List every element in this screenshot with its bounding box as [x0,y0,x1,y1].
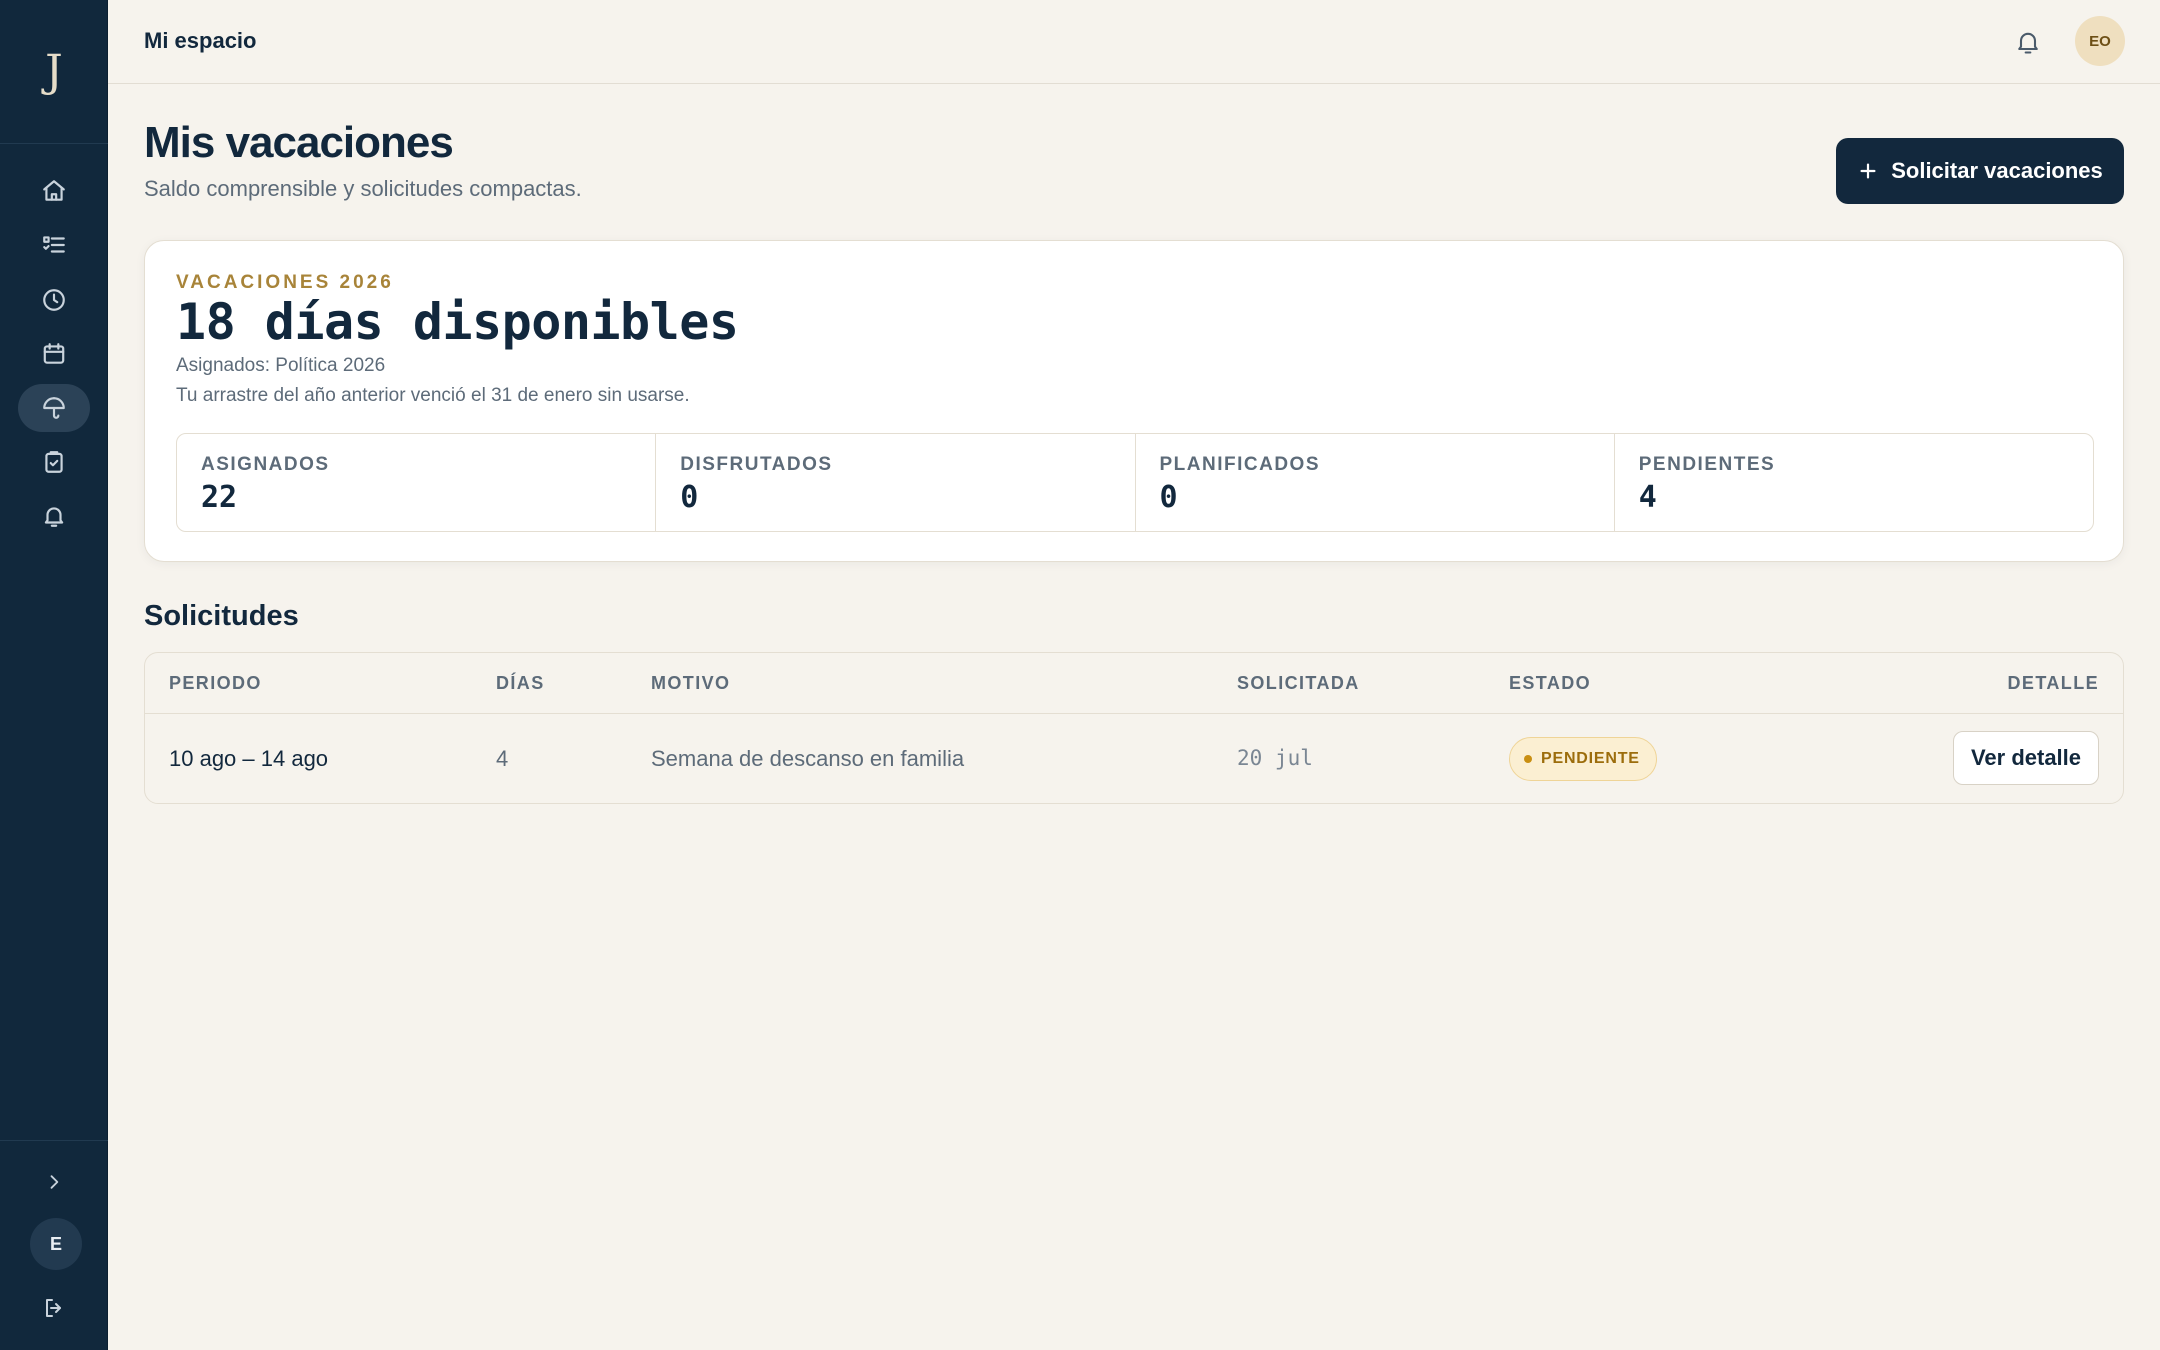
stat-value: 0 [680,480,699,515]
available-days: 18 días disponibles [176,293,739,351]
column-header-requested[interactable]: SOLICITADA [1237,673,1360,694]
request-vacation-label: Solicitar vacaciones [1891,158,2103,183]
table-row: 10 ago – 14 ago 4 Semana de descanso en … [145,714,2123,803]
sidebar-item-calendar[interactable] [18,330,90,378]
breadcrumb: Mi espacio [144,28,257,53]
home-icon [43,180,65,201]
column-header-detail: DETALLE [2007,673,2099,693]
plus-icon [1860,163,1876,179]
umbrella-icon [43,397,65,419]
stat-value: 4 [1638,480,1657,515]
stat-value: 0 [1159,480,1178,515]
status-dot-icon [1524,755,1532,763]
notifications-button[interactable] [2008,22,2048,62]
stat-label: DISFRUTADOS [680,454,833,475]
cell-period: 10 ago – 14 ago [169,746,329,771]
sidebar: J E [0,0,108,1350]
logout-icon [46,1299,61,1317]
sidebar-item-documents[interactable] [18,438,90,486]
expand-sidebar-button[interactable] [36,1166,72,1198]
logout-button[interactable] [38,1292,70,1324]
page-title: Mis vacaciones [144,118,454,167]
clock-icon [43,289,65,311]
sidebar-item-time[interactable] [18,276,90,324]
sidebar-item-vacations[interactable] [18,384,90,432]
stat-label: PENDIENTES [1638,454,1776,475]
app-logo[interactable]: J [0,0,108,144]
stat-value: 22 [201,480,238,515]
stat-assigned: ASIGNADOS 22 [177,434,657,531]
stat-planned: PLANIFICADOS 0 [1136,434,1615,531]
bell-icon [2018,32,2038,54]
profile-avatar[interactable]: EO [2075,16,2125,66]
page-subtitle: Saldo comprensible y solicitudes compact… [144,176,582,201]
column-header-reason[interactable]: MOTIVO [651,673,730,694]
calendar-icon [43,343,65,364]
chevron-right-icon [50,1175,59,1189]
requests-title: Solicitudes [144,600,299,632]
view-detail-button[interactable]: Ver detalle [1953,731,2099,785]
column-header-period[interactable]: PERIODO [169,673,262,694]
request-vacation-button[interactable]: Solicitar vacaciones [1836,138,2124,204]
cell-days: 4 [496,746,509,771]
column-header-status[interactable]: ESTADO [1509,673,1591,694]
stat-label: PLANIFICADOS [1159,454,1320,475]
balance-card: VACACIONES 2026 18 días disponibles Asig… [144,240,2124,562]
stat-pending: PENDIENTES 4 [1615,434,2093,531]
requests-table: PERIODO DÍAS MOTIVO SOLICITADA ESTADO DE… [144,652,2124,804]
stat-enjoyed: DISFRUTADOS 0 [656,434,1136,531]
cell-requested: 20 jul [1237,746,1313,770]
sidebar-item-tasks[interactable] [18,221,90,269]
sidebar-divider [0,1140,108,1141]
sidebar-item-notifications[interactable] [18,492,90,540]
clipboard-icon [45,451,63,473]
balance-stats: ASIGNADOS 22 DISFRUTADOS 0 PLANIFICADOS … [176,433,2094,532]
balance-eyebrow: VACACIONES 2026 [176,272,394,293]
user-avatar[interactable]: E [30,1218,82,1270]
status-label: PENDIENTE [1541,750,1640,767]
column-header-days[interactable]: DÍAS [496,673,545,694]
cell-reason: Semana de descanso en familia [651,746,965,771]
stat-label: ASIGNADOS [201,454,330,475]
top-bar: Mi espacio EO [108,0,2160,84]
status-badge: PENDIENTE [1509,737,1657,781]
carryover-note: Tu arrastre del año anterior venció el 3… [176,385,690,406]
assigned-note: Asignados: Política 2026 [176,355,386,376]
bell-icon [44,507,64,527]
sidebar-item-home[interactable] [18,167,90,215]
checklist-icon [43,236,65,253]
table-header: PERIODO DÍAS MOTIVO SOLICITADA ESTADO DE… [145,653,2123,714]
